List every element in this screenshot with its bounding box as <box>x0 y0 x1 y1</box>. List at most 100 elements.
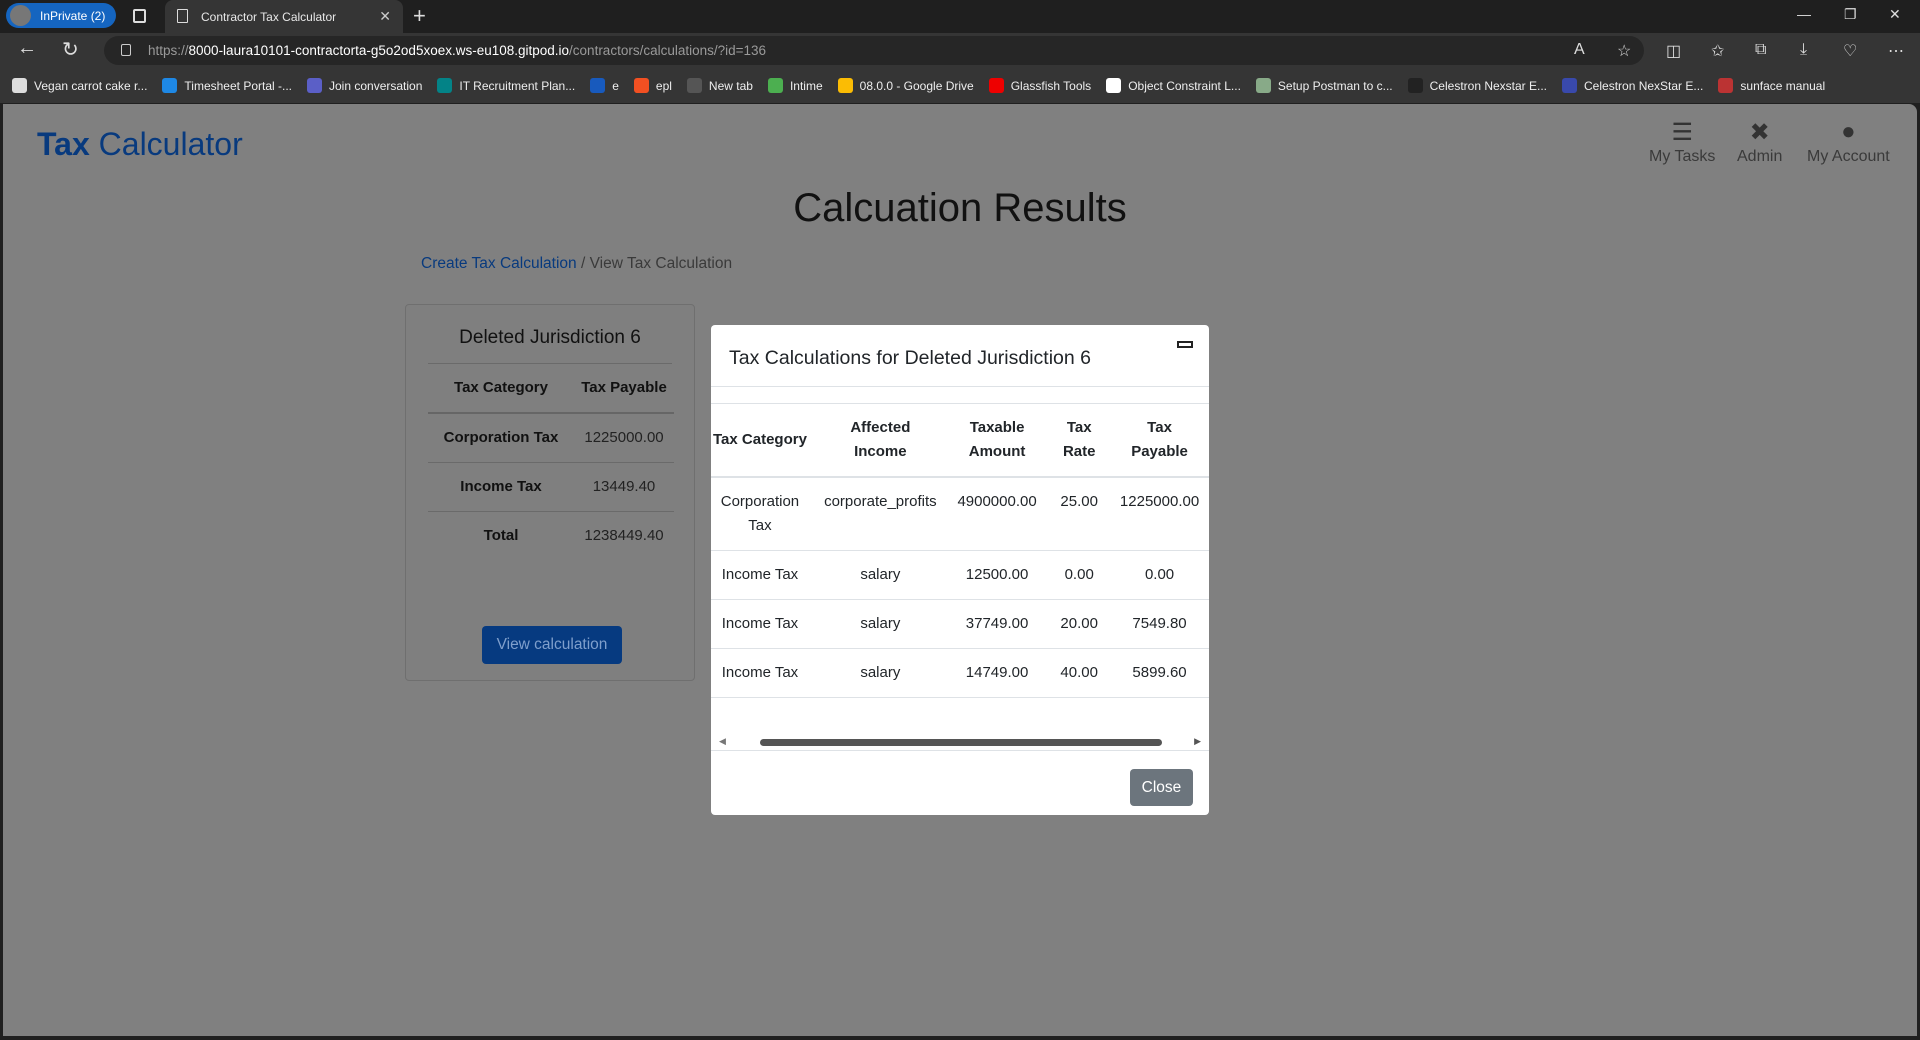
bookmark-item[interactable]: Join conversation <box>307 78 422 93</box>
summary-table: Tax Category Tax Payable Corporation Tax 1… <box>428 364 674 560</box>
page: Tax Calculator ☰ My Tasks ✖ Admin ● My Acco… <box>3 104 1917 1036</box>
tax-payable-cell: 1225000.00 <box>574 413 674 463</box>
bookmark-label: 08.0.0 - Google Drive <box>859 78 974 93</box>
inprivate-badge[interactable]: InPrivate (2) <box>6 3 116 28</box>
column-header: Tax Category <box>711 404 815 478</box>
new-tab-icon[interactable]: + <box>413 3 426 29</box>
tools-icon: ✖ <box>1749 119 1770 146</box>
bookmark-item[interactable]: Celestron NexStar E... <box>1562 78 1703 93</box>
scroll-left-icon[interactable]: ◀ <box>719 736 726 747</box>
view-calculation-button[interactable]: View calculation <box>482 626 622 664</box>
column-header: Tax Category <box>428 364 574 414</box>
bookmark-favicon-icon <box>837 78 853 93</box>
table-cell: 14749.00 <box>945 648 1049 698</box>
back-icon[interactable]: ← <box>17 37 37 60</box>
table-cell: corporate_profits <box>814 477 946 551</box>
tab-title: Contractor Tax Calculator <box>201 9 337 24</box>
read-aloud-icon[interactable]: A <box>1574 41 1585 59</box>
split-screen-icon[interactable]: ◫ <box>1666 41 1681 61</box>
url-host: 8000-laura10101-contractorta-g5o2od5xoex… <box>188 43 570 58</box>
table-cell: salary <box>814 599 946 649</box>
bookmark-label: IT Recruitment Plan... <box>459 78 576 93</box>
favorites-icon[interactable]: ✩ <box>1711 41 1724 61</box>
health-icon[interactable]: ♡ <box>1843 41 1857 61</box>
nav-my-tasks[interactable]: ☰ My Tasks <box>1649 118 1715 166</box>
breadcrumb: Create Tax Calculation / View Tax Calcul… <box>421 255 732 273</box>
breadcrumb-current: View Tax Calculation <box>589 255 733 272</box>
column-header: Tax Rate <box>1048 404 1111 478</box>
bookmark-item[interactable]: Glassfish Tools <box>988 78 1091 93</box>
table-cell: 0.00 <box>1048 550 1111 600</box>
close-window-icon[interactable]: ✕ <box>1889 6 1901 23</box>
table-row: Corporation Tax 1225000.00 <box>428 413 674 463</box>
bookmark-label: sunface manual <box>1740 78 1826 93</box>
table-cell: salary <box>814 550 946 600</box>
tax-category-cell: Total <box>483 527 519 544</box>
column-header: Tax Payable <box>1110 404 1209 478</box>
scroll-right-icon[interactable]: ▶ <box>1194 736 1201 747</box>
bookmark-item[interactable]: 08.0.0 - Google Drive <box>837 78 974 93</box>
breadcrumb-link[interactable]: Create Tax Calculation <box>421 255 577 272</box>
table-scroll-container[interactable]: Tax Category Affected Income Taxable Amoun… <box>711 404 1209 750</box>
bookmark-favicon-icon <box>590 78 606 93</box>
horizontal-scrollbar[interactable]: ◀ ▶ <box>711 734 1209 750</box>
bookmark-label: epl <box>655 78 672 93</box>
tasks-icon: ☰ <box>1671 119 1693 146</box>
bookmark-item[interactable]: IT Recruitment Plan... <box>437 78 575 93</box>
more-icon[interactable]: ⋯ <box>1888 41 1904 61</box>
refresh-icon[interactable]: ↻ <box>62 37 79 62</box>
bookmark-label: Object Constraint L... <box>1128 78 1241 93</box>
bookmark-label: Join conversation <box>329 78 423 93</box>
bookmark-item[interactable]: sunface manual <box>1718 78 1825 93</box>
restore-icon[interactable]: ❐ <box>1844 6 1857 23</box>
bookmark-favicon-icon <box>767 78 783 93</box>
bookmark-favicon-icon <box>1106 78 1122 93</box>
nav-admin[interactable]: ✖ Admin <box>1737 118 1782 166</box>
bookmark-label: Timesheet Portal -... <box>184 78 292 93</box>
tax-category-cell: Corporation Tax <box>428 413 574 463</box>
minimize-icon[interactable] <box>1177 341 1193 348</box>
table-cell: 5899.60 <box>1110 648 1209 698</box>
bookmark-label: Vegan carrot cake r... <box>34 78 148 93</box>
bookmark-favicon-icon <box>12 78 27 93</box>
table-cell: salary <box>814 648 946 698</box>
bookmark-label: Celestron Nexstar E... <box>1429 78 1548 93</box>
browser-tab[interactable]: Contractor Tax Calculator ✕ <box>165 0 403 33</box>
nav-label: My Account <box>1807 148 1890 165</box>
brand-logo[interactable]: Tax Calculator <box>37 126 243 163</box>
bookmark-favicon-icon <box>686 78 702 93</box>
close-button[interactable]: Close <box>1130 769 1193 806</box>
brand-bold: Tax <box>37 126 90 162</box>
bookmark-item[interactable]: e <box>590 78 619 93</box>
tax-payable-cell: 1238449.40 <box>584 527 664 544</box>
table-row: Income Tax salary 12500.00 0.00 0.00 <box>711 550 1209 600</box>
table-cell: 1225000.00 <box>1110 477 1209 551</box>
collections-icon[interactable]: ⧉ <box>1755 41 1766 59</box>
column-header: Taxable Amount <box>945 404 1049 478</box>
minimize-icon[interactable]: — <box>1797 6 1811 22</box>
column-header: Tax Payable <box>574 364 674 414</box>
address-bar-row: ← ↻ https://8000-laura10101-contractorta… <box>0 33 1920 68</box>
downloads-icon[interactable]: ⤓ <box>1800 41 1807 59</box>
bookmark-favicon-icon <box>988 78 1004 93</box>
url-path: /contractors/calculations/?id=136 <box>569 43 767 58</box>
nav-my-account[interactable]: ● My Account <box>1807 118 1890 166</box>
table-cell: 12500.00 <box>945 550 1049 600</box>
favorite-star-icon[interactable]: ☆ <box>1617 41 1631 61</box>
bookmark-item[interactable]: Celestron Nexstar E... <box>1407 78 1548 93</box>
close-tab-icon[interactable]: ✕ <box>379 8 391 25</box>
bookmark-item[interactable]: Object Constraint L... <box>1106 78 1241 93</box>
tab-actions-icon[interactable] <box>133 9 146 23</box>
table-cell: Income Tax <box>711 599 815 649</box>
bookmark-item[interactable]: Intime <box>767 78 823 93</box>
table-cell: Corporation Tax <box>711 477 815 551</box>
url-input[interactable]: https://8000-laura10101-contractorta-g5o… <box>104 36 1644 65</box>
bookmark-item[interactable]: Vegan carrot cake r... <box>12 78 147 93</box>
bookmark-item[interactable]: epl <box>633 78 672 93</box>
scrollbar-thumb[interactable] <box>760 739 1162 746</box>
profile-avatar <box>10 5 31 26</box>
bookmark-item[interactable]: New tab <box>686 78 753 93</box>
bookmark-item[interactable]: Setup Postman to c... <box>1255 78 1393 93</box>
nav-label: Admin <box>1737 148 1783 165</box>
bookmark-item[interactable]: Timesheet Portal -... <box>162 78 292 93</box>
